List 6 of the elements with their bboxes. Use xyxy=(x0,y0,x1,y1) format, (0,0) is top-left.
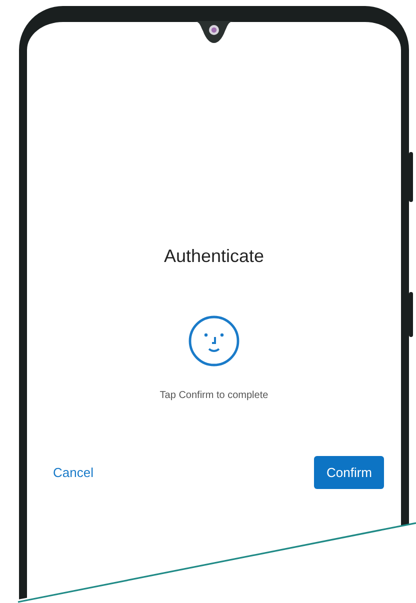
dialog-message: Tap Confirm to complete xyxy=(160,390,268,401)
confirm-button[interactable]: Confirm xyxy=(314,456,384,489)
camera-notch-icon xyxy=(192,21,236,43)
face-icon xyxy=(188,315,240,367)
cancel-button[interactable]: Cancel xyxy=(51,459,96,486)
dialog-title: Authenticate xyxy=(164,246,264,267)
